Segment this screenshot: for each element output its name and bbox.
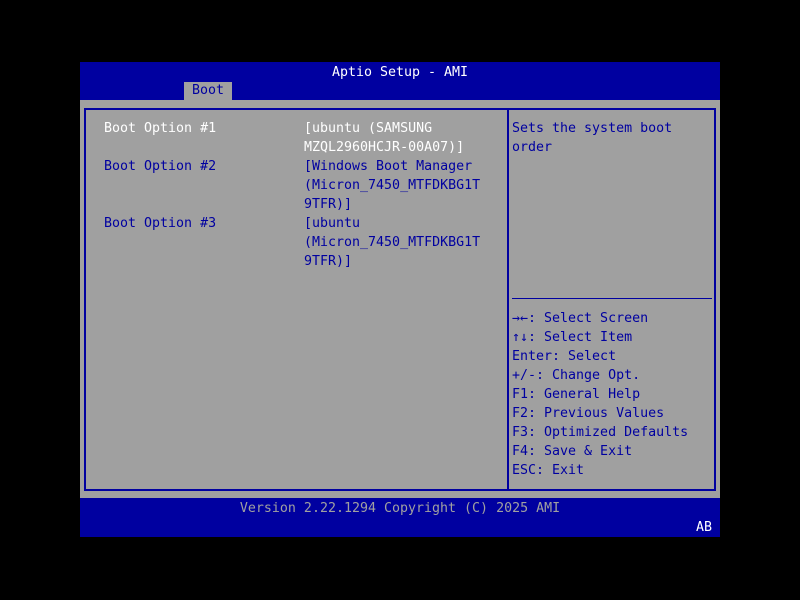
boot-option-label: Boot Option #2 bbox=[104, 159, 217, 174]
main-panel: Boot Option #1 [ubuntu (SAMSUNG MZQL2960… bbox=[80, 100, 720, 498]
boot-option-value: MZQL2960HCJR-00A07)] bbox=[304, 140, 465, 155]
key-hint: F1: General Help bbox=[512, 387, 641, 402]
key-hint: ↑↓: Select Item bbox=[512, 330, 633, 345]
key-hint: Enter: Select bbox=[512, 349, 617, 364]
boot-option-value: 9TFR)] bbox=[304, 197, 353, 212]
boot-option-label: Boot Option #1 bbox=[104, 121, 217, 136]
app-title: Aptio Setup - AMI bbox=[331, 65, 469, 80]
boot-option-value: (Micron_7450_MTFDKBG1T bbox=[304, 235, 481, 250]
boot-option-value: [Windows Boot Manager bbox=[304, 159, 473, 174]
title-bar: Aptio Setup - AMI Boot bbox=[80, 62, 720, 100]
key-hint: +/-: Change Opt. bbox=[512, 368, 641, 383]
help-separator bbox=[512, 298, 712, 299]
indicator-text: AB bbox=[695, 520, 712, 535]
key-hint: →←: Select Screen bbox=[512, 311, 649, 326]
help-text: Sets the system boot bbox=[512, 121, 673, 136]
help-text: order bbox=[512, 140, 553, 155]
panel-divider bbox=[507, 108, 509, 491]
boot-option-value: [ubuntu bbox=[304, 216, 361, 231]
key-hint: F2: Previous Values bbox=[512, 406, 665, 421]
boot-option-value: (Micron_7450_MTFDKBG1T bbox=[304, 178, 481, 193]
tab-boot[interactable]: Boot bbox=[184, 82, 232, 100]
boot-option-value: 9TFR)] bbox=[304, 254, 353, 269]
key-hint: F4: Save & Exit bbox=[512, 444, 633, 459]
version-text: Version 2.22.1294 Copyright (C) 2025 AMI bbox=[239, 501, 561, 516]
key-hint: ESC: Exit bbox=[512, 463, 585, 478]
boot-option-value: [ubuntu (SAMSUNG bbox=[304, 121, 433, 136]
footer-bar: Version 2.22.1294 Copyright (C) 2025 AMI… bbox=[80, 498, 720, 537]
boot-option-label: Boot Option #3 bbox=[104, 216, 217, 231]
key-hint: F3: Optimized Defaults bbox=[512, 425, 689, 440]
